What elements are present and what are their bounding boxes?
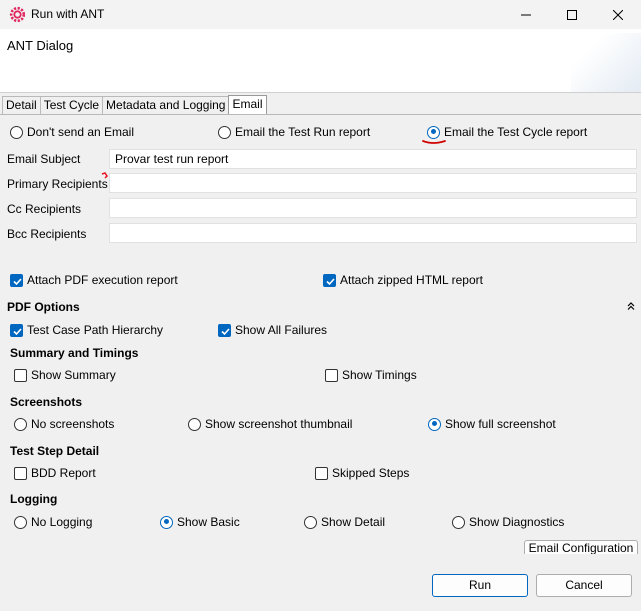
cancel-button[interactable]: Cancel — [536, 574, 632, 597]
checkbox-label: Skipped Steps — [332, 466, 410, 480]
primary-recipients-input[interactable] — [109, 173, 637, 193]
checkbox-checked — [10, 273, 23, 287]
checkbox-label: BDD Report — [31, 466, 96, 480]
tab-email[interactable]: Email — [228, 95, 267, 114]
radio-label: Email the Test Cycle report — [444, 125, 588, 139]
checkbox-label: Attach PDF execution report — [27, 273, 178, 287]
radio-label: Don't send an Email — [27, 125, 135, 139]
maximize-icon — [567, 9, 577, 20]
checkbox-label: Show Summary — [31, 368, 116, 382]
email-subject-input[interactable]: Provar test run report — [109, 149, 637, 169]
bdd-report-checkbox[interactable]: BDD Report — [14, 466, 96, 480]
radio-dot — [452, 515, 465, 529]
radio-label: Show screenshot thumbnail — [205, 417, 353, 431]
summary-timings-heading: Summary and Timings — [10, 346, 139, 360]
radio-show-basic[interactable]: Show Basic — [160, 515, 240, 529]
minimize-icon — [521, 14, 531, 15]
dialog-title: ANT Dialog — [7, 38, 74, 53]
required-marker-icon — [101, 172, 108, 179]
header-decoration — [571, 33, 641, 92]
checkbox-label: Test Case Path Hierarchy — [27, 323, 164, 337]
radio-dot — [10, 125, 23, 139]
email-subject-label: Email Subject — [7, 152, 81, 166]
title-bar: Run with ANT — [0, 0, 641, 29]
tab-test-cycle[interactable]: Test Cycle — [39, 96, 104, 114]
radio-label: No Logging — [31, 515, 93, 529]
checkmark-icon — [326, 277, 335, 285]
radio-label: Show Diagnostics — [469, 515, 565, 529]
radio-dot — [304, 515, 317, 529]
tab-bar: Detail Test Cycle Metadata and Logging E… — [2, 95, 267, 114]
checkmark-icon — [13, 327, 22, 335]
checkbox-label: Attach zipped HTML report — [340, 273, 483, 287]
bcc-recipients-label: Bcc Recipients — [7, 227, 87, 241]
radio-no-screenshots[interactable]: No screenshots — [14, 417, 114, 431]
checkmark-icon — [13, 277, 22, 285]
annotation-underline-mark — [422, 140, 446, 144]
double-chevron-up-icon[interactable] — [626, 301, 636, 311]
attach-html-checkbox[interactable]: Attach zipped HTML report — [323, 273, 483, 287]
run-button[interactable]: Run — [432, 574, 528, 597]
screenshots-heading: Screenshots — [10, 395, 83, 409]
radio-label: No screenshots — [31, 417, 115, 431]
radio-email-test-run[interactable]: Email the Test Run report — [218, 125, 370, 139]
radio-label: Email the Test Run report — [235, 125, 371, 139]
radio-dot-selected — [160, 515, 173, 529]
dialog-header: ANT Dialog — [0, 29, 641, 93]
radio-no-logging[interactable]: No Logging — [14, 515, 92, 529]
primary-recipients-label: Primary Recipients — [7, 177, 108, 191]
tab-detail[interactable]: Detail — [2, 96, 41, 114]
checkbox-label: Show All Failures — [235, 323, 328, 337]
cc-recipients-label: Cc Recipients — [7, 202, 82, 216]
radio-show-detail[interactable]: Show Detail — [304, 515, 385, 529]
radio-label: Show Basic — [177, 515, 240, 529]
test-step-detail-heading: Test Step Detail — [10, 444, 100, 458]
tab-metadata-logging[interactable]: Metadata and Logging — [102, 96, 230, 114]
radio-full-screenshot[interactable]: Show full screenshot — [428, 417, 556, 431]
checkbox-unchecked — [315, 466, 328, 480]
maximize-button[interactable] — [549, 0, 595, 29]
cc-recipients-input[interactable] — [109, 198, 637, 218]
radio-dot — [218, 125, 231, 139]
email-configuration-button[interactable]: Email Configuration — [524, 540, 638, 554]
show-summary-checkbox[interactable]: Show Summary — [14, 368, 116, 382]
checkbox-unchecked — [14, 368, 27, 382]
radio-label: Show Detail — [321, 515, 386, 529]
checkbox-label: Show Timings — [342, 368, 417, 382]
radio-dont-send-email[interactable]: Don't send an Email — [10, 125, 134, 139]
radio-label: Show full screenshot — [445, 417, 556, 431]
bcc-recipients-input[interactable] — [109, 223, 637, 243]
checkbox-checked — [323, 273, 336, 287]
test-case-path-hierarchy-checkbox[interactable]: Test Case Path Hierarchy — [10, 323, 163, 337]
close-icon — [613, 9, 623, 20]
window-title: Run with ANT — [31, 7, 105, 21]
radio-dot — [14, 515, 27, 529]
radio-dot — [14, 417, 27, 431]
minimize-button[interactable] — [503, 0, 549, 29]
attach-pdf-checkbox[interactable]: Attach PDF execution report — [10, 273, 178, 287]
radio-dot-selected — [428, 417, 441, 431]
logging-heading: Logging — [10, 492, 58, 506]
radio-screenshot-thumbnail[interactable]: Show screenshot thumbnail — [188, 417, 352, 431]
checkbox-unchecked — [14, 466, 27, 480]
show-all-failures-checkbox[interactable]: Show All Failures — [218, 323, 327, 337]
show-timings-checkbox[interactable]: Show Timings — [325, 368, 417, 382]
checkbox-checked — [218, 323, 231, 337]
close-button[interactable] — [595, 0, 641, 29]
checkbox-unchecked — [325, 368, 338, 382]
radio-dot-selected — [427, 125, 440, 139]
skipped-steps-checkbox[interactable]: Skipped Steps — [315, 466, 409, 480]
radio-show-diagnostics[interactable]: Show Diagnostics — [452, 515, 564, 529]
provar-gear-icon — [9, 6, 26, 23]
checkmark-icon — [221, 327, 230, 335]
checkbox-checked — [10, 323, 23, 337]
tab-divider — [0, 114, 641, 115]
radio-dot — [188, 417, 201, 431]
radio-email-test-cycle[interactable]: Email the Test Cycle report — [427, 125, 587, 139]
pdf-options-heading: PDF Options — [7, 300, 80, 314]
